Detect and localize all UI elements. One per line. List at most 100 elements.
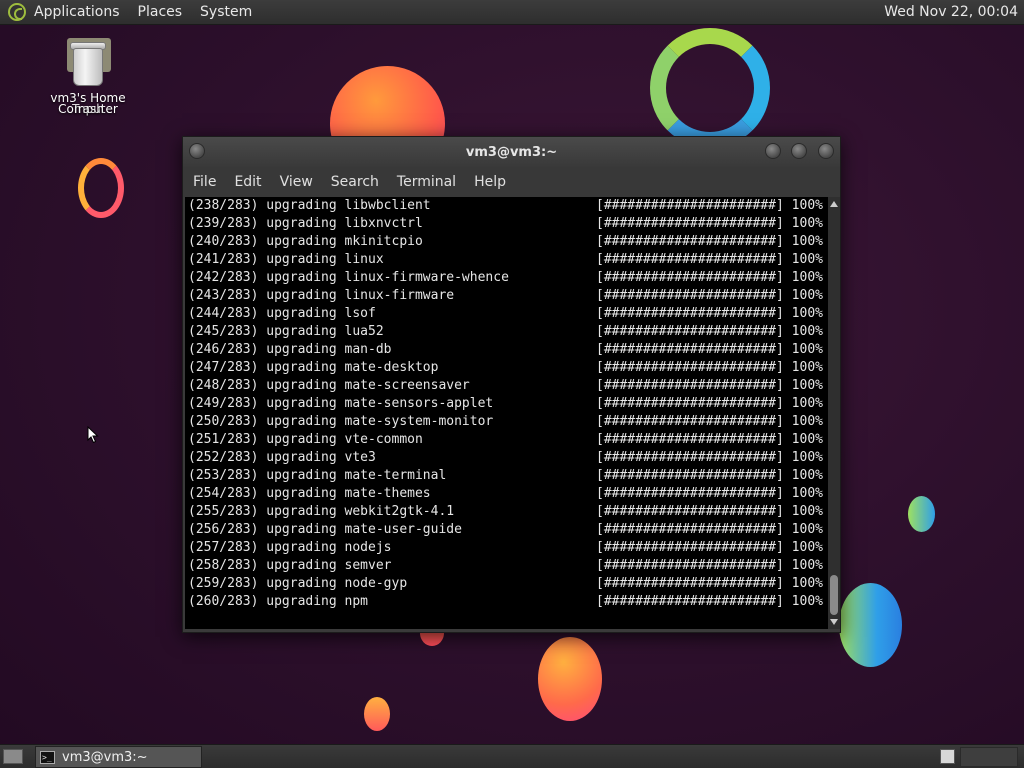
close-button[interactable] — [818, 143, 834, 159]
terminal-line-progress: [######################] 100% — [596, 540, 823, 555]
wallpaper-blue-green-oval-large — [839, 583, 902, 667]
terminal-line: (255/283) upgrading webkit2gtk-4.1 [#####… — [185, 503, 828, 521]
window-menu-button[interactable] — [189, 143, 205, 159]
terminal-line-text: (243/283) upgrading linux-firmware — [188, 288, 455, 303]
terminal-line-text: (254/283) upgrading mate-themes — [188, 486, 431, 501]
terminal-line-progress: [######################] 100% — [596, 198, 823, 213]
taskbar-window-button[interactable]: >_ vm3@vm3:~ — [35, 746, 202, 768]
minimize-button[interactable] — [765, 143, 781, 159]
terminal-line-text: (253/283) upgrading mate-terminal — [188, 468, 447, 483]
maximize-button[interactable] — [791, 143, 807, 159]
terminal-line: (241/283) upgrading linux [##############… — [185, 251, 828, 269]
terminal-line-progress: [######################] 100% — [596, 234, 823, 249]
terminal-line: (259/283) upgrading node-gyp [###########… — [185, 575, 828, 593]
window-titlebar[interactable]: vm3@vm3:~ — [183, 137, 840, 167]
menu-system[interactable]: System — [200, 4, 252, 20]
terminal-line-text: (238/283) upgrading libwbclient — [188, 198, 431, 213]
terminal-line-text: (248/283) upgrading mate-screensaver — [188, 378, 470, 393]
terminal-scrollbar[interactable] — [828, 197, 840, 629]
terminal-line-progress: [######################] 100% — [596, 432, 823, 447]
terminal-line-progress: [######################] 100% — [596, 486, 823, 501]
terminal-line-text: (252/283) upgrading vte3 — [188, 450, 376, 465]
terminal-line: (243/283) upgrading linux-firmware [#####… — [185, 287, 828, 305]
workspace-2-button[interactable] — [960, 747, 1018, 767]
scroll-down-arrow-icon[interactable] — [830, 619, 838, 625]
terminal-line: (250/283) upgrading mate-system-monitor [… — [185, 413, 828, 431]
scrollbar-thumb[interactable] — [830, 575, 838, 615]
terminal-line-progress: [######################] 100% — [596, 378, 823, 393]
terminal-line-text: (251/283) upgrading vte-common — [188, 432, 423, 447]
menu-search[interactable]: Search — [331, 174, 379, 190]
terminal-line-progress: [######################] 100% — [596, 342, 823, 357]
terminal-line-text: (256/283) upgrading mate-user-guide — [188, 522, 462, 537]
terminal-line: (260/283) upgrading npm [################… — [185, 593, 828, 611]
menu-edit[interactable]: Edit — [234, 174, 261, 190]
terminal-line: (253/283) upgrading mate-terminal [######… — [185, 467, 828, 485]
bottom-panel: >_ vm3@vm3:~ — [0, 744, 1024, 768]
window-title: vm3@vm3:~ — [465, 144, 558, 160]
terminal-line: (257/283) upgrading nodejs [#############… — [185, 539, 828, 557]
terminal-line-progress: [######################] 100% — [596, 576, 823, 591]
terminal-line-progress: [######################] 100% — [596, 468, 823, 483]
terminal-icon: >_ — [40, 750, 55, 764]
wallpaper-orange-oval-bottom — [538, 637, 602, 721]
terminal-output[interactable]: (238/283) upgrading libwbclient [########… — [185, 197, 828, 629]
terminal-line-progress: [######################] 100% — [596, 306, 823, 321]
menu-applications[interactable]: Applications — [34, 4, 120, 20]
terminal-line-progress: [######################] 100% — [596, 414, 823, 429]
computer-folder-icon — [65, 38, 111, 90]
terminal-line: (248/283) upgrading mate-screensaver [###… — [185, 377, 828, 395]
workspace-1-button[interactable] — [940, 749, 955, 764]
terminal-line-text: (241/283) upgrading linux — [188, 252, 384, 267]
terminal-line: (239/283) upgrading libxnvctrl [#########… — [185, 215, 828, 233]
terminal-line: (245/283) upgrading lua52 [##############… — [185, 323, 828, 341]
top-panel: Applications Places System Wed Nov 22, 0… — [0, 0, 1024, 25]
scroll-up-arrow-icon[interactable] — [830, 201, 838, 207]
menu-places[interactable]: Places — [138, 4, 183, 20]
wallpaper-orange-dot-small — [364, 697, 390, 731]
terminal-line-text: (249/283) upgrading mate-sensors-applet — [188, 396, 494, 411]
menu-file[interactable]: File — [193, 174, 216, 190]
terminal-line-text: (255/283) upgrading webkit2gtk-4.1 — [188, 504, 455, 519]
terminal-line: (254/283) upgrading mate-themes [########… — [185, 485, 828, 503]
terminal-line: (242/283) upgrading linux-firmware-whenc… — [185, 269, 828, 287]
terminal-line-text: (258/283) upgrading semver — [188, 558, 392, 573]
terminal-line: (240/283) upgrading mkinitcpio [#########… — [185, 233, 828, 251]
terminal-line-progress: [######################] 100% — [596, 594, 823, 609]
terminal-line-text: (244/283) upgrading lsof — [188, 306, 376, 321]
terminal-line-text: (246/283) upgrading man-db — [188, 342, 392, 357]
show-desktop-icon[interactable] — [3, 749, 23, 764]
terminal-line-text: (240/283) upgrading mkinitcpio — [188, 234, 423, 249]
terminal-window[interactable]: vm3@vm3:~ File Edit View Search Terminal… — [182, 136, 841, 633]
terminal-line-text: (245/283) upgrading lua52 — [188, 324, 384, 339]
terminal-menubar: File Edit View Search Terminal Help — [183, 167, 840, 197]
terminal-line-text: (247/283) upgrading mate-desktop — [188, 360, 439, 375]
terminal-line-progress: [######################] 100% — [596, 504, 823, 519]
taskbar-window-label: vm3@vm3:~ — [62, 749, 148, 765]
terminal-line-progress: [######################] 100% — [596, 324, 823, 339]
terminal-line-progress: [######################] 100% — [596, 360, 823, 375]
terminal-line-progress: [######################] 100% — [596, 288, 823, 303]
wallpaper-gradient-ring-small — [78, 158, 124, 218]
terminal-line: (258/283) upgrading semver [#############… — [185, 557, 828, 575]
terminal-line: (252/283) upgrading vte3 [###############… — [185, 449, 828, 467]
terminal-line-text: (250/283) upgrading mate-system-monitor — [188, 414, 494, 429]
terminal-line-text: (259/283) upgrading node-gyp — [188, 576, 408, 591]
menu-view[interactable]: View — [280, 174, 313, 190]
terminal-line-progress: [######################] 100% — [596, 558, 823, 573]
distro-logo-icon[interactable] — [8, 3, 26, 21]
terminal-line-text: (242/283) upgrading linux-firmware-whenc… — [188, 270, 509, 285]
desktop-icon-computer[interactable]: vm3's Home Computer Trash — [50, 38, 126, 116]
terminal-line-progress: [######################] 100% — [596, 450, 823, 465]
terminal-line-progress: [######################] 100% — [596, 216, 823, 231]
menu-terminal[interactable]: Terminal — [397, 174, 456, 190]
menu-help[interactable]: Help — [474, 174, 506, 190]
terminal-line: (246/283) upgrading man-db [#############… — [185, 341, 828, 359]
terminal-line: (244/283) upgrading lsof [###############… — [185, 305, 828, 323]
terminal-line: (238/283) upgrading libwbclient [########… — [185, 197, 828, 215]
desktop-icon-label: vm3's Home Computer Trash — [50, 92, 126, 116]
terminal-line-progress: [######################] 100% — [596, 396, 823, 411]
terminal-line-text: (260/283) upgrading npm — [188, 594, 369, 609]
terminal-line-text: (257/283) upgrading nodejs — [188, 540, 392, 555]
panel-clock[interactable]: Wed Nov 22, 00:04 — [884, 4, 1018, 20]
